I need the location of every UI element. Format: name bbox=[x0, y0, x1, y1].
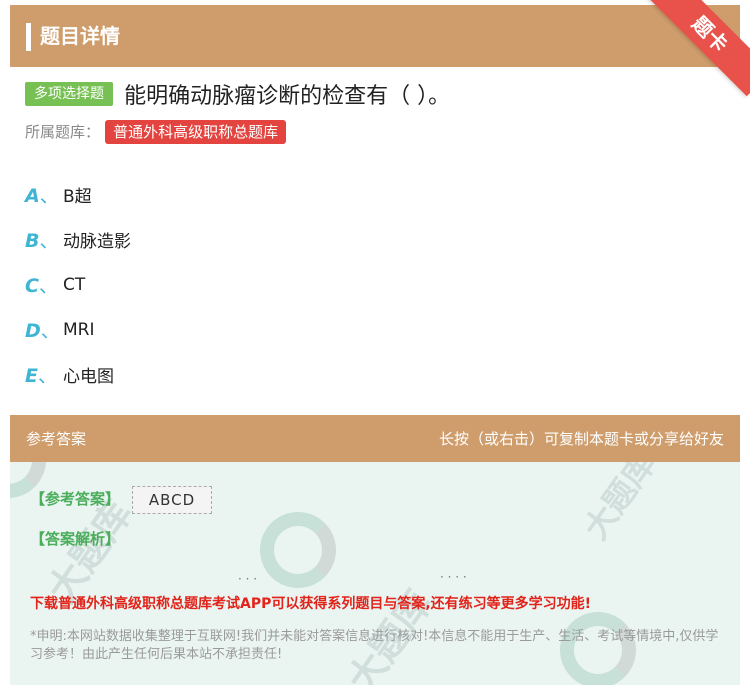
answer-header: 参考答案 长按（或右击）可复制本题卡或分享给好友 bbox=[10, 415, 740, 462]
option-text: 动脉造影 bbox=[63, 232, 131, 252]
option-list: A、 B超 B、 动脉造影 C、 CT D、 MRI E、 心电图 bbox=[25, 172, 131, 397]
option-letter: C、 bbox=[25, 275, 58, 297]
disclaimer-text: *申明:本网站数据收集整理于互联网!我们并未能对答案信息进行核对!本信息不能用于… bbox=[30, 629, 719, 662]
share-hint: 长按（或右击）可复制本题卡或分享给好友 bbox=[438, 430, 724, 448]
option-d[interactable]: D、 MRI bbox=[25, 307, 131, 352]
app-promo-link[interactable]: 下载普通外科高级职称总题库考试APP可以获得系列题目与答案,还有练习等更多学习功… bbox=[30, 593, 591, 613]
option-letter: B、 bbox=[25, 230, 59, 252]
option-text: MRI bbox=[63, 319, 95, 340]
answer-section-title: 参考答案 bbox=[26, 430, 87, 448]
question-type-badge: 多项选择题 bbox=[25, 82, 113, 106]
option-text: B超 bbox=[63, 187, 92, 207]
option-letter: E、 bbox=[25, 365, 57, 387]
bank-tag[interactable]: 普通外科高级职称总题库 bbox=[105, 120, 287, 144]
page-title: 题目详情 bbox=[40, 24, 120, 48]
option-b[interactable]: B、 动脉造影 bbox=[25, 217, 131, 262]
option-text: 心电图 bbox=[63, 367, 114, 387]
watermark-text: 大题库 bbox=[576, 462, 663, 547]
question-text: 能明确动脉瘤诊断的检查有（ ）。 bbox=[124, 84, 451, 109]
answer-label: 【参考答案】 bbox=[30, 490, 121, 508]
header-bar: 题目详情 bbox=[10, 5, 740, 67]
option-letter: D、 bbox=[25, 320, 60, 342]
header-accent-bar bbox=[26, 23, 31, 51]
watermark-logo-icon bbox=[260, 512, 336, 588]
decorative-dots: · · · bbox=[238, 572, 258, 586]
option-a[interactable]: A、 B超 bbox=[25, 172, 131, 217]
option-c[interactable]: C、 CT bbox=[25, 262, 131, 307]
analysis-label: 【答案解析】 bbox=[30, 530, 121, 548]
bank-label: 所属题库： bbox=[25, 123, 101, 141]
option-letter: A、 bbox=[25, 185, 59, 207]
decorative-dots: · · · · bbox=[440, 570, 467, 584]
question-stem: 多项选择题 能明确动脉瘤诊断的检查有（ ）。 bbox=[25, 78, 735, 110]
option-text: CT bbox=[63, 274, 86, 295]
answer-value: ABCD bbox=[132, 486, 212, 514]
question-bank-row: 所属题库： 普通外科高级职称总题库 bbox=[25, 120, 287, 146]
option-e[interactable]: E、 心电图 bbox=[25, 352, 131, 397]
answer-body: 大题库 大题库 大题库 · · · · · · · 【参考答案】 ABCD 【答… bbox=[10, 462, 740, 685]
